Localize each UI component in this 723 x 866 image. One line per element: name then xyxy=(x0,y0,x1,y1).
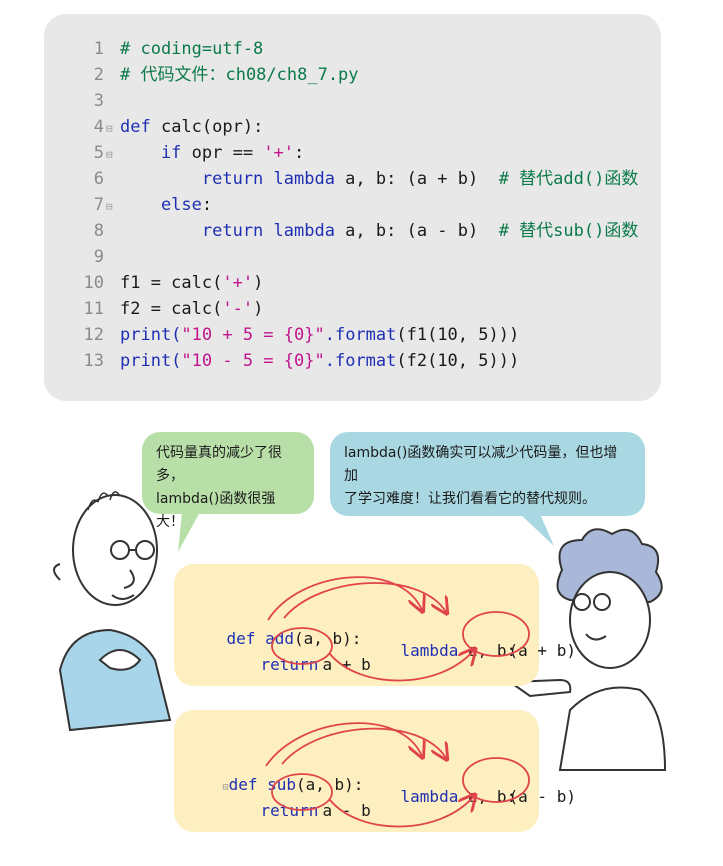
code-token: "10 + 5 = {0}" xyxy=(181,325,325,345)
line-number: 4 xyxy=(93,117,104,137)
lambda-keyword: lambda xyxy=(400,641,459,660)
line-number: 6 xyxy=(93,169,104,189)
code-token: # 替代add()函数 xyxy=(498,169,639,189)
bubble-right-line1: lambda()函数确实可以减少代码量，但也增加 xyxy=(344,445,618,484)
code-token: (f1(10, 5))) xyxy=(396,325,520,345)
code-line: 8 return lambda a, b: (a - b) # 替代sub()函… xyxy=(44,218,639,244)
code-line: 4 ⊟ def calc(opr): xyxy=(44,114,264,140)
code-token: # 替代sub()函数 xyxy=(498,221,639,241)
code-token: : xyxy=(294,143,305,163)
line-number: 1 xyxy=(93,39,104,59)
code-line: 9 xyxy=(44,244,120,270)
diagram-add-box: def add(a, b): return a + b lambda a, b:… xyxy=(174,564,576,686)
code-token: calc(opr): xyxy=(160,117,264,137)
bald-man-illustration xyxy=(53,491,172,732)
code-token: ) xyxy=(253,273,264,293)
line-number: 2 xyxy=(93,65,104,85)
code-token: : xyxy=(201,195,213,215)
code-token: '+' xyxy=(263,143,295,163)
code-token: (f2(10, 5))) xyxy=(396,351,520,371)
code-token: return lambda xyxy=(120,169,346,189)
line-number: 9 xyxy=(93,247,104,267)
line-number: 10 xyxy=(83,273,104,293)
line-number: 8 xyxy=(93,221,104,241)
code-token: # coding=utf-8 xyxy=(120,39,264,59)
lambda-expression: (a - b) xyxy=(508,787,576,806)
code-line: 5 ⊟ if opr == '+': xyxy=(44,140,305,166)
fold-icon: ⊟ xyxy=(106,122,113,135)
code-token: print( xyxy=(120,325,182,345)
code-token: a, b: (a + b) xyxy=(345,169,499,189)
line-number: 5 xyxy=(93,143,104,163)
code-token: opr == xyxy=(191,143,264,163)
code-token: '-' xyxy=(222,299,254,319)
fold-icon: ⊟ xyxy=(106,148,113,161)
code-token: "10 - 5 = {0}" xyxy=(181,351,325,371)
line-number: 3 xyxy=(93,91,104,111)
code-token: a, b: (a - b) xyxy=(345,221,499,241)
bubble-right-line2: 了学习难度！让我们看看它的替代规则。 xyxy=(344,491,596,507)
fold-icon: ⊟ xyxy=(106,200,113,213)
code-token: print( xyxy=(120,351,182,371)
line-number: 13 xyxy=(83,351,104,371)
line-number: 11 xyxy=(83,299,104,319)
code-panel: 1 # coding=utf-8 2 # 代码文件：ch08/ch8_7.py 3 4 ⊟ d… xyxy=(44,14,661,401)
diagram-sub-box: ⊟def sub(a, b): return a - b lambda a, b… xyxy=(174,710,576,832)
lambda-expression: (a + b) xyxy=(508,641,576,660)
lambda-keyword: lambda xyxy=(400,787,459,806)
code-line: 11 f2 = calc('-') xyxy=(44,296,264,322)
code-token: else xyxy=(120,195,202,215)
speech-bubble-right: lambda()函数确实可以减少代码量，但也增加 了学习难度！让我们看看它的替代… xyxy=(330,432,645,516)
code-token: f1 = calc( xyxy=(120,273,223,293)
code-line: 10 f1 = calc('+') xyxy=(44,270,264,296)
code-token: # 代码文件：ch08/ch8_7.py xyxy=(120,65,359,85)
code-token: def xyxy=(120,117,161,137)
code-line: 7 ⊟ else: xyxy=(44,192,212,218)
code-token: f2 = calc( xyxy=(120,299,223,319)
code-line: 2 # 代码文件：ch08/ch8_7.py xyxy=(44,62,359,88)
code-token: if xyxy=(120,143,192,163)
code-token: '+' xyxy=(222,273,254,293)
code-token: return lambda xyxy=(120,221,346,241)
code-token: .format xyxy=(324,351,397,371)
line-number: 7 xyxy=(93,195,104,215)
code-line: 13 print("10 - 5 = {0}".format(f2(10, 5))… xyxy=(44,348,520,374)
line-number: 12 xyxy=(83,325,104,345)
code-line: 6 return lambda a, b: (a + b) # 替代add()函… xyxy=(44,166,639,192)
code-line: 12 print("10 + 5 = {0}".format(f1(10, 5))… xyxy=(44,322,520,348)
code-line: 3 xyxy=(44,88,120,114)
code-line: 1 # coding=utf-8 xyxy=(44,36,264,62)
code-token: .format xyxy=(324,325,397,345)
code-token: ) xyxy=(253,299,264,319)
